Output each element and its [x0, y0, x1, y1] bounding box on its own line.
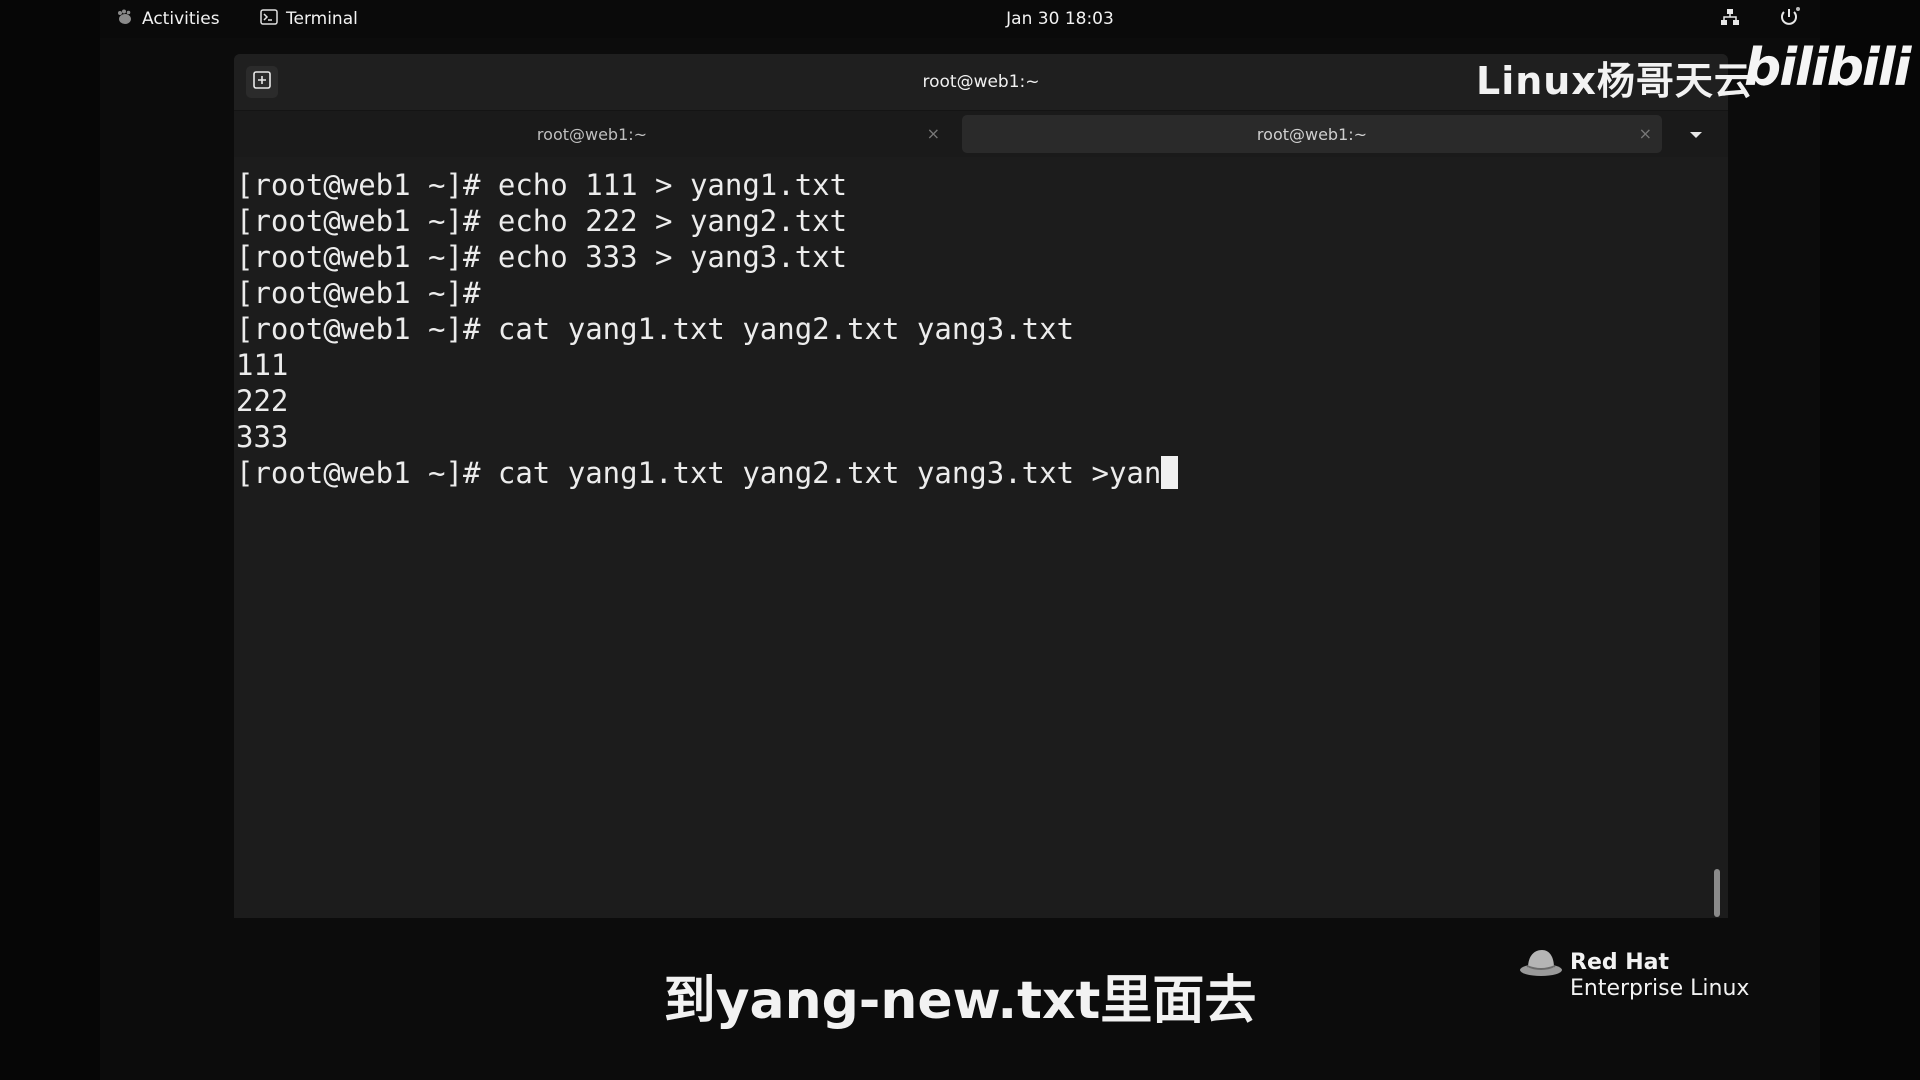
redhat-hat-icon [1518, 946, 1564, 984]
redhat-title: Red Hat [1570, 950, 1670, 975]
terminal-line: [root@web1 ~]# echo 333 > yang3.txt [236, 240, 848, 274]
terminal-window: root@web1:~ root@web1:~ × root@web1:~ × … [234, 54, 1728, 918]
chevron-down-icon [1688, 125, 1704, 144]
terminal-output[interactable]: [root@web1 ~]# echo 111 > yang1.txt [roo… [234, 157, 1704, 918]
terminal-line: [root@web1 ~]# [236, 276, 481, 310]
current-command: [root@web1 ~]# cat yang1.txt yang2.txt y… [236, 456, 1162, 490]
tabs-menu-button[interactable] [1688, 125, 1704, 144]
tab-label: root@web1:~ [536, 124, 648, 144]
terminal-line: [root@web1 ~]# echo 222 > yang2.txt [236, 204, 848, 238]
close-icon[interactable]: × [1639, 124, 1652, 143]
clock-label: Jan 30 18:03 [1006, 9, 1114, 29]
close-icon[interactable]: × [927, 124, 940, 143]
app-menu-label: Terminal [286, 9, 358, 29]
terminal-line: 333 [236, 420, 289, 454]
terminal-input-line: [root@web1 ~]# cat yang1.txt yang2.txt y… [236, 455, 1704, 491]
terminal-line: [root@web1 ~]# echo 111 > yang1.txt [236, 168, 848, 202]
terminal-line: 222 [236, 384, 289, 418]
terminal-line: [root@web1 ~]# cat yang1.txt yang2.txt y… [236, 312, 1075, 346]
app-menu[interactable]: Terminal [260, 0, 358, 38]
tab-2[interactable]: root@web1:~ × [962, 115, 1662, 153]
tab-bar: root@web1:~ × root@web1:~ × [234, 111, 1728, 157]
power-icon [1778, 6, 1800, 33]
gnome-foot-icon [116, 9, 134, 30]
system-menu[interactable] [1778, 0, 1800, 38]
network-indicator[interactable] [1720, 0, 1740, 38]
top-bar: Activities Terminal Jan 30 18:03 [100, 0, 1820, 38]
text-cursor [1161, 456, 1179, 489]
channel-watermark: Linux杨哥天云 [1476, 59, 1753, 103]
tab-label: root@web1:~ [1256, 124, 1368, 144]
network-icon [1720, 7, 1740, 32]
terminal-app-icon [260, 8, 278, 30]
terminal-line: 111 [236, 348, 289, 382]
clock[interactable]: Jan 30 18:03 [900, 0, 1220, 38]
activities-button[interactable]: Activities [116, 0, 220, 38]
activities-label: Activities [142, 9, 220, 29]
bilibili-logo: bilibili [1744, 38, 1911, 98]
scrollbar[interactable] [1714, 869, 1720, 917]
tab-1[interactable]: root@web1:~ × [234, 115, 950, 153]
redhat-subtitle: Enterprise Linux [1570, 976, 1750, 1001]
